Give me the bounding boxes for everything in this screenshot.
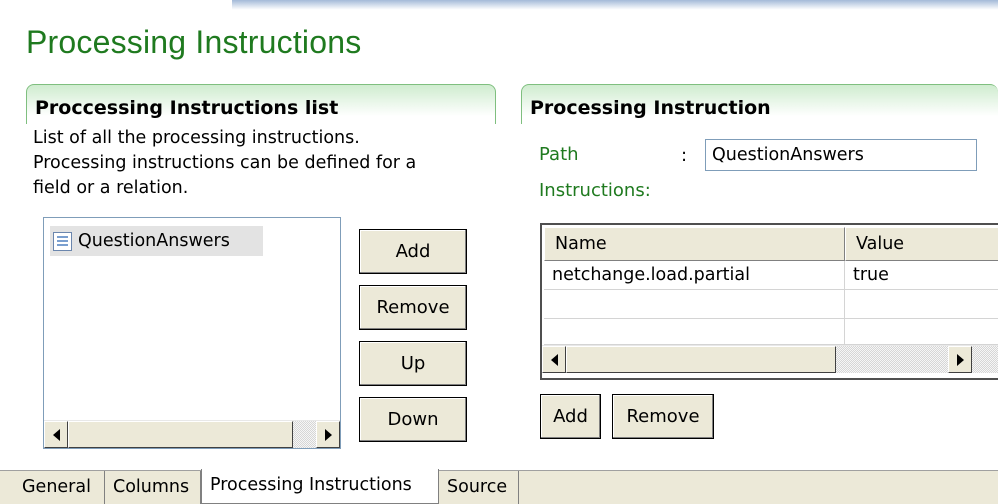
detail-section-title: Processing Instruction — [530, 97, 771, 119]
move-up-button[interactable]: Up — [359, 341, 467, 386]
remove-row-button[interactable]: Remove — [612, 394, 714, 439]
column-header-name[interactable]: Name — [544, 227, 845, 261]
path-colon: : — [681, 145, 688, 166]
list-section-title: Proccessing Instructions list — [35, 97, 339, 119]
scroll-left-button[interactable] — [542, 346, 566, 373]
scroll-thumb[interactable] — [566, 346, 836, 373]
processing-instructions-listbox[interactable]: QuestionAnswers — [43, 217, 341, 449]
page-title: Processing Instructions — [26, 24, 362, 60]
grid-cell-empty[interactable] — [544, 319, 845, 345]
path-input[interactable] — [705, 139, 977, 171]
list-item[interactable]: QuestionAnswers — [50, 226, 263, 256]
grid-cell-empty[interactable] — [845, 319, 998, 345]
arrow-right-icon — [956, 353, 964, 366]
list-description: List of all the processing instructions.… — [33, 126, 473, 201]
add-row-button[interactable]: Add — [540, 394, 601, 439]
grid-cell-empty[interactable] — [544, 290, 845, 319]
tab-bar: General Columns Processing Instructions … — [0, 469, 998, 504]
tab-processing-instructions[interactable]: Processing Instructions — [201, 469, 439, 504]
grid-cell-value[interactable]: true — [845, 261, 998, 290]
remove-instruction-button[interactable]: Remove — [359, 285, 467, 330]
move-down-button[interactable]: Down — [359, 397, 467, 442]
window-top-border — [0, 0, 998, 14]
tab-columns[interactable]: Columns — [105, 471, 201, 504]
description-line-1: List of all the processing instructions. — [33, 128, 360, 148]
grid-hscrollbar[interactable] — [542, 345, 998, 373]
top-border-right — [232, 0, 998, 14]
arrow-left-icon — [52, 428, 60, 441]
top-border-left — [0, 0, 232, 14]
description-line-3: field or a relation. — [33, 178, 189, 198]
table-icon — [53, 231, 72, 251]
tab-general[interactable]: General — [14, 471, 105, 504]
path-label: Path — [539, 144, 579, 165]
tab-source[interactable]: Source — [439, 471, 519, 504]
arrow-right-icon — [324, 428, 332, 441]
list-section-header: Proccessing Instructions list — [26, 84, 496, 124]
add-instruction-button[interactable]: Add — [359, 229, 467, 274]
instructions-label: Instructions: — [539, 180, 651, 201]
grid-cell-name[interactable]: netchange.load.partial — [544, 261, 845, 290]
listbox-hscrollbar[interactable] — [44, 420, 340, 448]
scroll-right-button[interactable] — [316, 421, 340, 448]
instructions-grid[interactable]: Name Value netchange.load.partial true — [540, 223, 998, 380]
column-header-value[interactable]: Value — [845, 227, 998, 261]
arrow-left-icon — [550, 353, 558, 366]
grid-cell-empty[interactable] — [845, 290, 998, 319]
scroll-right-button[interactable] — [948, 346, 972, 373]
detail-section-header: Processing Instruction — [521, 84, 998, 124]
scroll-left-button[interactable] — [44, 421, 68, 448]
scroll-thumb[interactable] — [68, 421, 293, 448]
description-line-2: Processing instructions can be defined f… — [33, 153, 417, 173]
list-item-label: QuestionAnswers — [78, 231, 230, 251]
